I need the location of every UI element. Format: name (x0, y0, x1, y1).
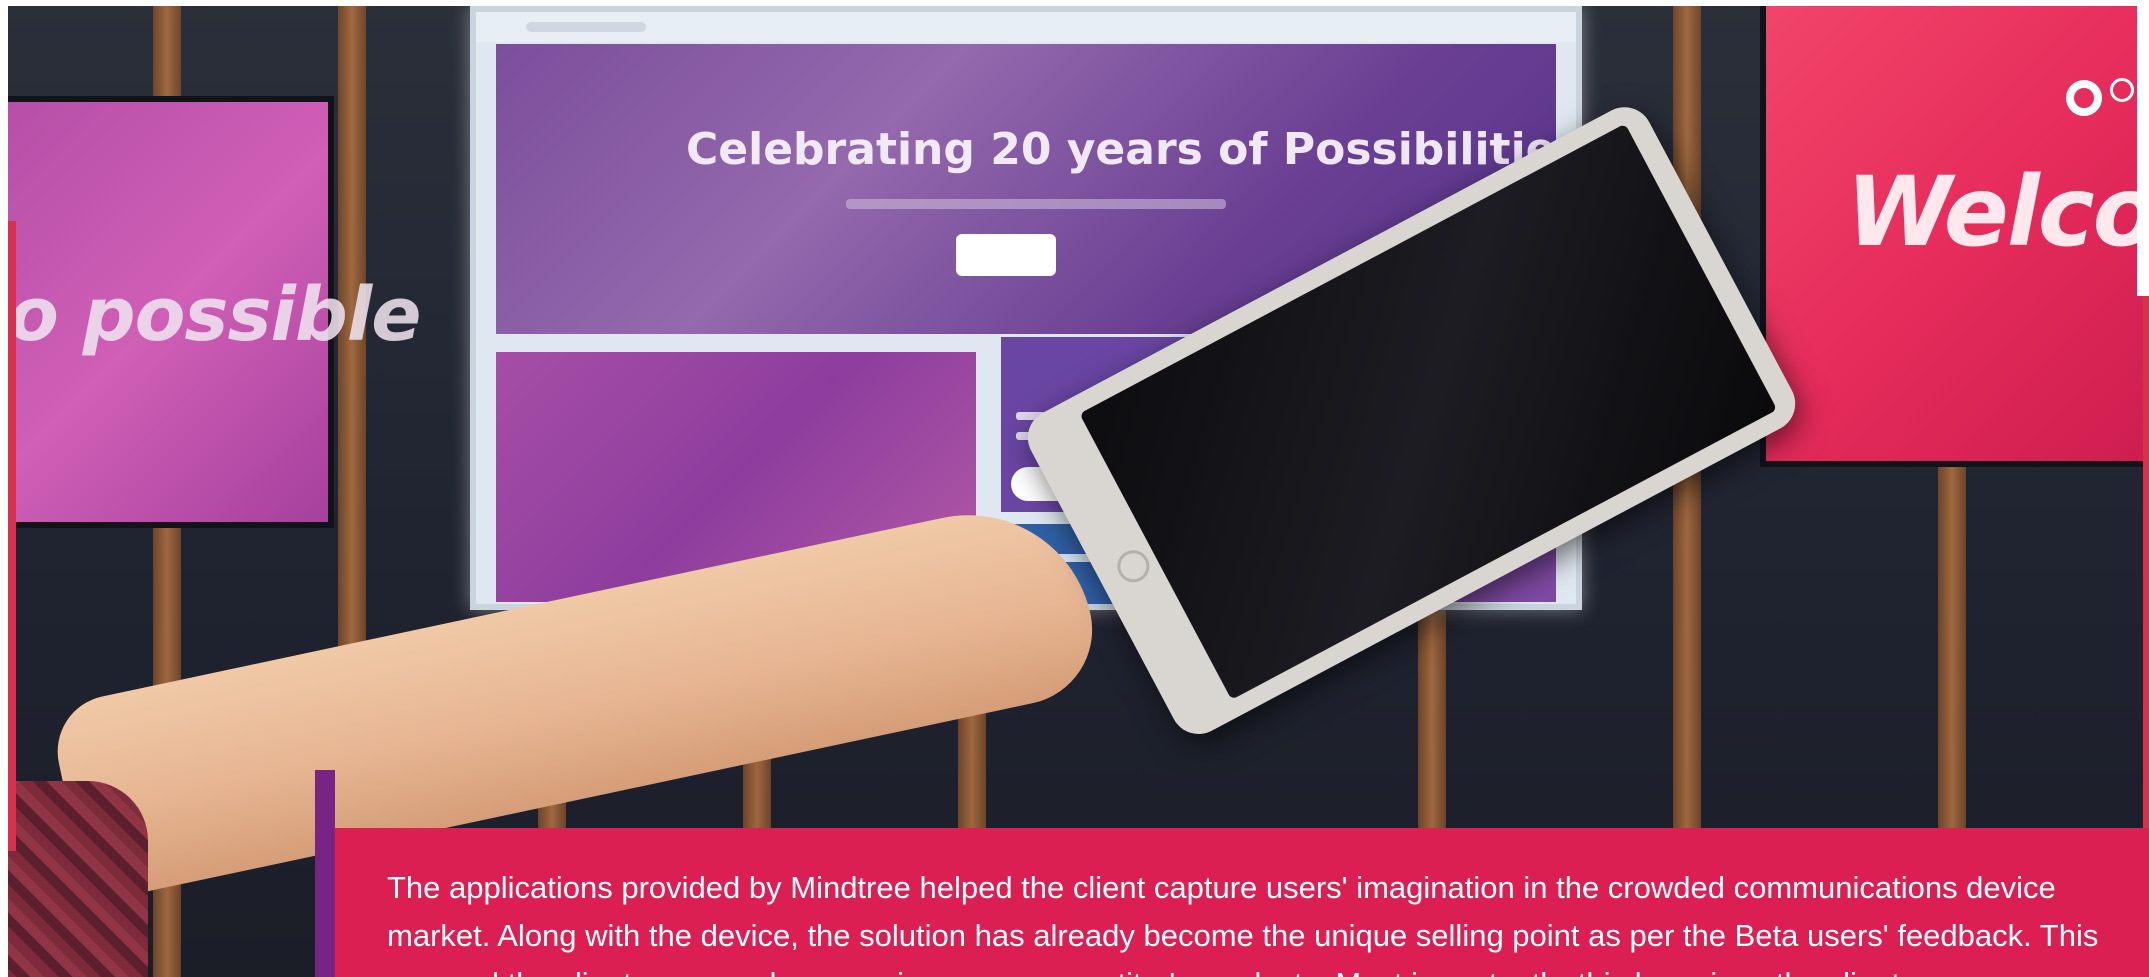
screen-browser-bar (476, 12, 1576, 42)
screen-headline: Celebrating 20 years of Possibilities (686, 124, 1582, 175)
slider-dot-2-circle-outline-icon[interactable] (2110, 78, 2134, 102)
right-display-screen: Welcom (1760, 6, 2149, 467)
screen-cta-button (956, 234, 1056, 276)
left-accent-bar (8, 221, 16, 851)
tablet-home-button (1111, 544, 1155, 588)
caption-text: The applications provided by Mindtree he… (387, 870, 2099, 977)
screen-subline (846, 199, 1226, 209)
caption-accent-bar (315, 770, 335, 977)
right-edge-strip (2137, 6, 2149, 296)
shirt-sleeve (8, 781, 148, 977)
caption-panel: The applications provided by Mindtree he… (335, 828, 2149, 977)
screen-url-bar (526, 22, 646, 32)
left-display-screen: o possible (8, 96, 421, 528)
slider-dot-1-ring-icon[interactable] (2066, 80, 2102, 116)
right-screen-text: Welcom (1846, 156, 2149, 268)
left-screen-text: o possible (8, 272, 421, 358)
